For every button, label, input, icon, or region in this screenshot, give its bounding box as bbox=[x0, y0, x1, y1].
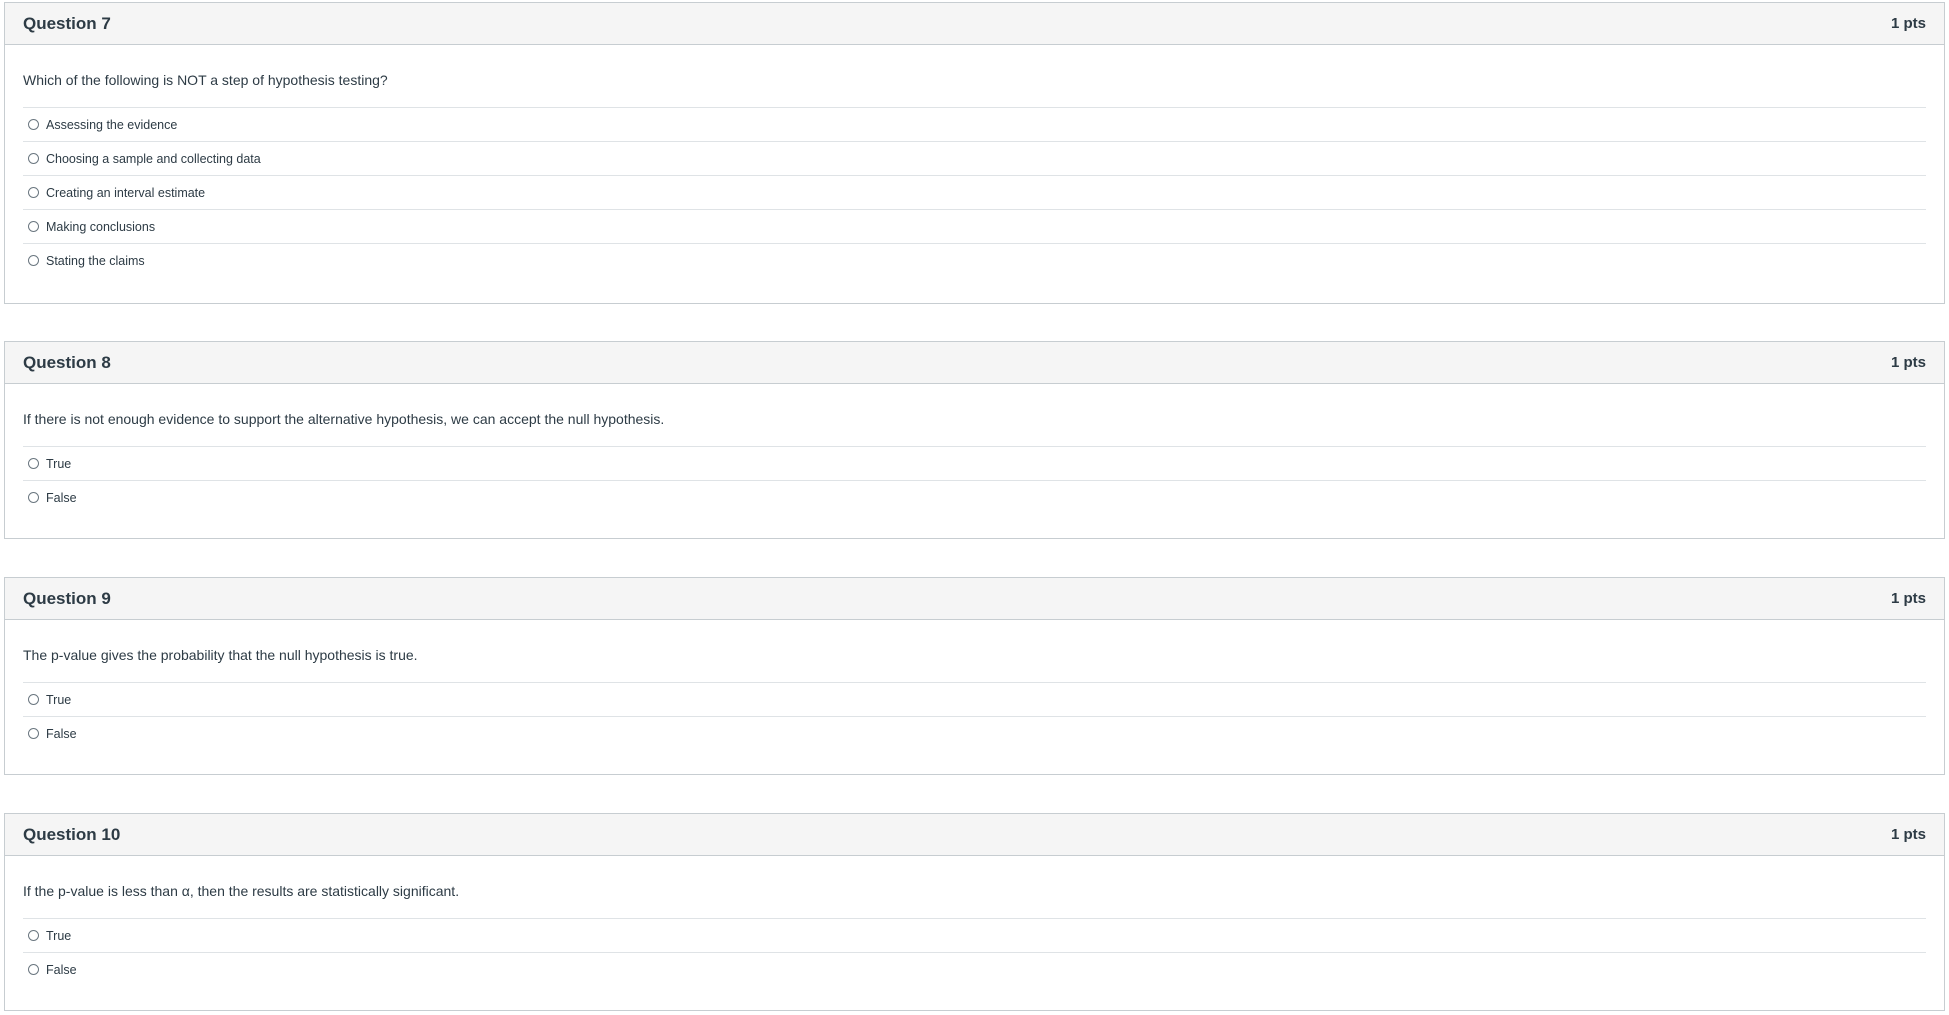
answer-label: False bbox=[46, 726, 77, 741]
question-body: If the p-value is less than α, then the … bbox=[5, 856, 1944, 997]
radio-button-icon[interactable] bbox=[28, 458, 39, 469]
question-header: Question 8 1 pts bbox=[5, 342, 1944, 384]
answer-label: Stating the claims bbox=[46, 253, 145, 268]
question-title: Question 7 bbox=[23, 13, 111, 33]
answer-option[interactable]: False bbox=[23, 716, 1926, 750]
question-title: Question 9 bbox=[23, 588, 111, 608]
answer-label: False bbox=[46, 490, 77, 505]
answer-option[interactable]: False bbox=[23, 480, 1926, 514]
radio-button-icon[interactable] bbox=[28, 728, 39, 739]
question-header: Question 10 1 pts bbox=[5, 814, 1944, 856]
answer-label: True bbox=[46, 456, 72, 471]
radio-button-icon[interactable] bbox=[28, 221, 39, 232]
question-points: 1 pts bbox=[1890, 590, 1926, 607]
question-text: If there is not enough evidence to suppo… bbox=[23, 411, 665, 427]
answer-option[interactable]: Assessing the evidence bbox=[23, 107, 1926, 141]
answer-option[interactable]: True bbox=[23, 682, 1926, 716]
answer-option[interactable]: Creating an interval estimate bbox=[23, 175, 1926, 209]
question-points: 1 pts bbox=[1890, 15, 1926, 32]
answer-option[interactable]: False bbox=[23, 952, 1926, 986]
answer-option[interactable]: Choosing a sample and collecting data bbox=[23, 141, 1926, 175]
answer-list: True False bbox=[23, 446, 1926, 525]
radio-button-icon[interactable] bbox=[28, 492, 39, 503]
answer-label: Creating an interval estimate bbox=[46, 185, 206, 200]
answer-label: Choosing a sample and collecting data bbox=[46, 151, 261, 166]
answer-option[interactable]: Stating the claims bbox=[23, 243, 1926, 277]
question-body: Which of the following is NOT a step of … bbox=[5, 45, 1944, 288]
answer-label: True bbox=[46, 928, 72, 943]
answer-label: Making conclusions bbox=[46, 219, 156, 234]
question-header: Question 7 1 pts bbox=[5, 3, 1944, 45]
question-body: If there is not enough evidence to suppo… bbox=[5, 384, 1944, 525]
radio-button-icon[interactable] bbox=[28, 153, 39, 164]
answer-label: Assessing the evidence bbox=[46, 117, 178, 132]
answer-label: False bbox=[46, 962, 77, 977]
question-title: Question 8 bbox=[23, 352, 111, 372]
question-8: Question 8 1 pts If there is not enough … bbox=[4, 341, 1945, 539]
question-points: 1 pts bbox=[1890, 826, 1926, 843]
question-title: Question 10 bbox=[23, 824, 121, 844]
question-header: Question 9 1 pts bbox=[5, 578, 1944, 620]
answer-option[interactable]: Making conclusions bbox=[23, 209, 1926, 243]
question-10: Question 10 1 pts If the p-value is less… bbox=[4, 813, 1945, 1011]
answer-list: Assessing the evidence Choosing a sample… bbox=[23, 107, 1926, 288]
answer-option[interactable]: True bbox=[23, 446, 1926, 480]
answer-label: True bbox=[46, 692, 72, 707]
question-text: Which of the following is NOT a step of … bbox=[23, 72, 388, 88]
question-text: If the p-value is less than α, then the … bbox=[23, 883, 460, 899]
radio-button-icon[interactable] bbox=[28, 930, 39, 941]
quiz-page: Question 7 1 pts Which of the following … bbox=[0, 0, 1949, 1015]
radio-button-icon[interactable] bbox=[28, 255, 39, 266]
radio-button-icon[interactable] bbox=[28, 119, 39, 130]
question-text: The p-value gives the probability that t… bbox=[23, 647, 418, 663]
answer-list: True False bbox=[23, 682, 1926, 761]
radio-button-icon[interactable] bbox=[28, 964, 39, 975]
question-body: The p-value gives the probability that t… bbox=[5, 620, 1944, 761]
question-points: 1 pts bbox=[1890, 354, 1926, 371]
answer-option[interactable]: True bbox=[23, 918, 1926, 952]
question-9: Question 9 1 pts The p-value gives the p… bbox=[4, 577, 1945, 775]
answer-list: True False bbox=[23, 918, 1926, 997]
question-7: Question 7 1 pts Which of the following … bbox=[4, 2, 1945, 304]
radio-button-icon[interactable] bbox=[28, 694, 39, 705]
radio-button-icon[interactable] bbox=[28, 187, 39, 198]
